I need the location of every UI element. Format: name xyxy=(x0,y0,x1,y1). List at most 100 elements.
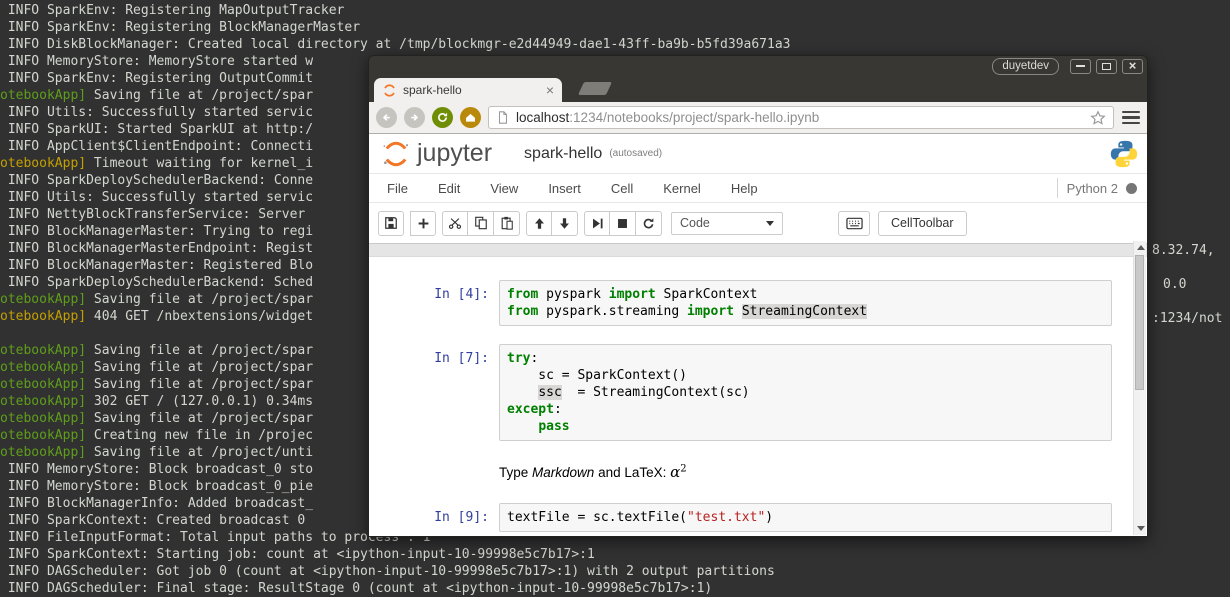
autosave-status: (autosaved) xyxy=(609,148,663,159)
terminal-line: INFO SparkContext: Starting job: count a… xyxy=(0,547,595,562)
code-input[interactable]: textFile = sc.textFile("test.txt") xyxy=(499,503,1112,532)
copy-cell-button[interactable] xyxy=(468,210,494,236)
move-cell-down-button[interactable] xyxy=(552,210,578,236)
notebook-toolbar: Code CellToolbar xyxy=(369,203,1147,243)
jupyter-page: jupyter spark-hello (autosaved) File Edit… xyxy=(369,134,1147,536)
cell-prompt: In [7]: xyxy=(434,351,489,366)
code-cell[interactable]: In [4]: from pyspark import SparkContext f… xyxy=(369,280,1112,326)
cell-prompt: In [4]: xyxy=(434,287,489,302)
menu-insert[interactable]: Insert xyxy=(548,181,581,196)
jupyter-logo-icon[interactable] xyxy=(379,139,413,169)
tab-title: spark-hello xyxy=(403,83,462,97)
chevron-down-icon xyxy=(766,220,774,226)
keyboard-icon xyxy=(845,217,863,229)
terminal-line: INFO SparkEnv: Registering MapOutputTrac… xyxy=(0,3,345,18)
url-text: localhost:1234/notebooks/project/spark-h… xyxy=(516,110,819,125)
move-cell-up-button[interactable] xyxy=(526,210,552,236)
stop-icon xyxy=(618,218,627,228)
cut-cell-button[interactable] xyxy=(442,210,468,236)
jupyter-favicon-icon xyxy=(384,83,395,97)
minimize-icon xyxy=(1076,65,1085,67)
arrow-up-icon xyxy=(534,217,544,229)
window-titlebar: duyetdev × xyxy=(369,56,1147,76)
browser-toolbar: localhost:1234/notebooks/project/spark-h… xyxy=(369,102,1147,134)
tab-strip: spark-hello × xyxy=(369,76,1147,102)
terminal-line: INFO SparkEnv: Registering BlockManagerM… xyxy=(0,20,361,35)
minimize-button[interactable] xyxy=(1070,58,1091,74)
paste-cell-button[interactable] xyxy=(494,210,520,236)
cell-prompt: In [9]: xyxy=(434,510,489,525)
save-button[interactable] xyxy=(378,210,404,236)
page-icon xyxy=(498,111,508,124)
maximize-icon xyxy=(1102,62,1111,70)
markdown-cell[interactable]: Type Markdown and LaTeX: α2 xyxy=(369,459,1112,485)
run-cell-button[interactable] xyxy=(584,210,610,236)
browser-menu-button[interactable] xyxy=(1122,110,1140,125)
code-cell[interactable]: In [7]: try: sc = SparkContext() ssc = St… xyxy=(369,344,1112,441)
home-icon xyxy=(466,113,475,122)
notebook-header: jupyter spark-hello (autosaved) xyxy=(369,134,1147,173)
cell-prompt xyxy=(369,459,499,485)
terminal-line-fragment: 8.32.74, xyxy=(1152,243,1215,258)
menu-kernel[interactable]: Kernel xyxy=(663,181,701,196)
url-host: localhost xyxy=(516,110,570,125)
cell-type-select[interactable]: Code xyxy=(671,211,783,235)
reload-icon xyxy=(438,112,448,122)
back-arrow-icon xyxy=(382,114,390,121)
menu-edit[interactable]: Edit xyxy=(438,181,460,196)
notebook-divider xyxy=(369,243,1147,257)
url-path: :1234/notebooks/project/spark-hello.ipyn… xyxy=(569,110,820,125)
notebook-menubar: File Edit View Insert Cell Kernel Help Python … xyxy=(369,173,1147,203)
back-button[interactable] xyxy=(376,107,397,128)
plus-icon xyxy=(418,218,428,228)
menu-cell[interactable]: Cell xyxy=(611,181,633,196)
run-icon xyxy=(592,218,603,228)
forward-arrow-icon xyxy=(411,114,419,121)
scrollbar-thumb[interactable] xyxy=(1135,255,1144,390)
code-input[interactable]: from pyspark import SparkContext from pys… xyxy=(499,280,1112,326)
restart-kernel-button[interactable] xyxy=(636,210,662,236)
new-tab-button[interactable] xyxy=(577,82,613,95)
celltoolbar-button[interactable]: CellToolbar xyxy=(878,210,967,236)
forward-button[interactable] xyxy=(404,107,425,128)
tab-close-icon[interactable]: × xyxy=(546,83,554,97)
close-icon: × xyxy=(1128,58,1137,73)
address-bar[interactable]: localhost:1234/notebooks/project/spark-h… xyxy=(488,106,1114,129)
notebook-title[interactable]: spark-hello xyxy=(524,145,602,163)
code-input[interactable]: try: sc = SparkContext() ssc = Streaming… xyxy=(499,344,1112,441)
restart-icon xyxy=(643,217,654,228)
add-cell-button[interactable] xyxy=(410,210,436,236)
copy-icon xyxy=(474,216,487,230)
terminal-line-fragment: 0.0 xyxy=(1163,277,1187,292)
paste-icon xyxy=(501,216,513,230)
scissors-icon xyxy=(448,218,462,229)
scroll-up-icon[interactable] xyxy=(1137,245,1145,250)
command-palette-button[interactable] xyxy=(838,210,870,236)
terminal-line: INFO DAGScheduler: Final stage: ResultSt… xyxy=(0,581,713,596)
kernel-indicator-icon xyxy=(1126,182,1137,194)
scroll-down-icon[interactable] xyxy=(1137,526,1145,531)
cell-type-value: Code xyxy=(680,216,710,230)
markdown-text[interactable]: Type Markdown and LaTeX: α2 xyxy=(499,459,1112,485)
kernel-name: Python 2 xyxy=(1066,180,1118,196)
arrow-down-icon xyxy=(560,217,569,229)
save-icon xyxy=(385,217,397,229)
stop-kernel-button[interactable] xyxy=(610,210,636,236)
menu-help[interactable]: Help xyxy=(731,181,758,196)
window-title: duyetdev xyxy=(992,57,1059,75)
python-logo-icon xyxy=(1110,140,1138,167)
terminal-line: INFO DiskBlockManager: Created local dir… xyxy=(0,37,791,52)
kernel-separator xyxy=(1056,178,1058,198)
menu-file[interactable]: File xyxy=(387,181,408,196)
jupyter-wordmark: jupyter xyxy=(417,139,493,167)
menu-view[interactable]: View xyxy=(490,181,518,196)
scrollbar[interactable] xyxy=(1133,241,1146,535)
close-button[interactable]: × xyxy=(1122,58,1143,74)
home-button[interactable] xyxy=(460,107,481,128)
reload-button[interactable] xyxy=(432,107,453,128)
notebook-cells: In [4]: from pyspark import SparkContext f… xyxy=(369,257,1147,532)
bookmark-star-icon[interactable] xyxy=(1090,109,1106,126)
maximize-button[interactable] xyxy=(1096,58,1117,74)
tab-spark-hello[interactable]: spark-hello × xyxy=(374,78,562,102)
code-cell[interactable]: In [9]: textFile = sc.textFile("test.txt"… xyxy=(369,503,1112,532)
